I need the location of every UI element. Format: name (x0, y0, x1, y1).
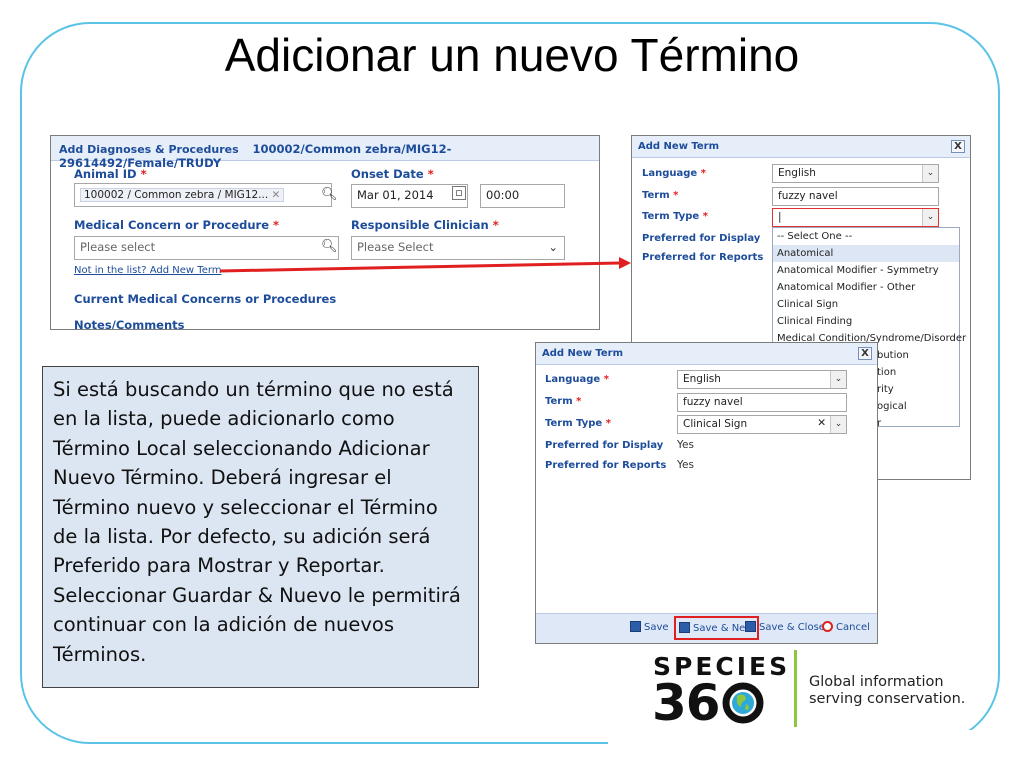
animal-id-label: Animal ID * (74, 167, 147, 181)
add-new-term-link[interactable]: Not in the list? Add New Term (74, 265, 222, 276)
term-input[interactable]: fuzzy navel (677, 393, 847, 412)
tagline-line-1: Global information (809, 674, 944, 690)
animal-id-chip: 100002 / Common zebra / MIG12... ✕ (80, 188, 285, 202)
term-type-select[interactable]: Clinical Sign ✕ ⌄ (677, 415, 847, 434)
dropdown-option[interactable]: Anatomical Modifier - Symmetry (773, 262, 959, 279)
language-select[interactable]: English ⌄ (677, 370, 847, 389)
pref-reports-value: Yes (677, 459, 694, 471)
search-icon[interactable]: 🔍︎ (321, 187, 338, 202)
diagnoses-form-screenshot: Add Diagnoses & Procedures 100002/Common… (50, 135, 600, 330)
dropdown-option[interactable]: Anatomical (773, 245, 959, 262)
term-type-label: Term Type * (545, 418, 611, 429)
pref-reports-label: Preferred for Reports (642, 252, 764, 263)
chevron-down-icon: ⌄ (922, 165, 938, 182)
floppy-disk-icon (679, 622, 690, 633)
chevron-down-icon: ⌄ (830, 371, 846, 388)
add-term-dialog-filled: Add New Term X Language * English ⌄ Term … (535, 342, 878, 644)
pref-display-label: Preferred for Display (545, 440, 664, 451)
cancel-button[interactable]: Cancel (822, 621, 870, 633)
dialog-header: Add New Term X (536, 343, 877, 365)
term-type-label: Term Type * (642, 211, 708, 222)
search-icon[interactable]: 🔍︎ (321, 239, 338, 254)
slide: Adicionar un nuevo Término Add Diagnoses… (0, 0, 1024, 768)
dropdown-option[interactable]: -- Select One -- (773, 228, 959, 245)
animal-id-field[interactable]: 100002 / Common zebra / MIG12... ✕ (74, 183, 332, 207)
onset-date-label: Onset Date * (351, 167, 434, 181)
floppy-disk-icon (630, 621, 641, 632)
dropdown-option[interactable]: Anatomical Modifier - Other (773, 279, 959, 296)
pointer-arrow (219, 257, 631, 273)
cancel-icon (822, 621, 833, 632)
close-icon[interactable]: X (951, 140, 965, 153)
pref-reports-label: Preferred for Reports (545, 460, 667, 471)
notes-heading: Notes/Comments (74, 318, 185, 330)
floppy-disk-icon (745, 621, 756, 632)
current-concerns-heading: Current Medical Concerns or Procedures (74, 292, 337, 306)
language-label: Language * (545, 374, 609, 385)
language-label: Language * (642, 168, 706, 179)
medical-concern-label: Medical Concern or Procedure * (74, 218, 280, 232)
term-label: Term * (642, 190, 679, 201)
onset-date-field[interactable]: Mar 01, 2014 (351, 184, 468, 208)
save-button[interactable]: Save (630, 621, 669, 633)
save-and-close-button[interactable]: Save & Close (745, 621, 825, 633)
dialog-toolbar: Save Save & New Save & Close Cancel (536, 613, 877, 643)
chevron-down-icon: ⌄ (922, 209, 938, 226)
term-type-select[interactable]: | ⌄ (772, 208, 939, 227)
form-header-title: Add Diagnoses & Procedures (59, 143, 239, 156)
tagline-line-2: serving conservation. (809, 691, 966, 707)
globe-icon (722, 682, 764, 724)
dropdown-option[interactable]: Clinical Finding (773, 313, 959, 330)
clinician-label: Responsible Clinician * (351, 218, 499, 232)
dialog-title: Add New Term (638, 141, 720, 152)
slide-title: Adicionar un nuevo Término (224, 29, 800, 81)
calendar-icon[interactable]: ▫ (452, 186, 466, 200)
onset-time-field[interactable]: 00:00 (480, 184, 565, 208)
pref-display-label: Preferred for Display (642, 233, 761, 244)
form-header: Add Diagnoses & Procedures 100002/Common… (51, 136, 599, 170)
logo-360: 360 36 (652, 674, 764, 732)
term-input[interactable]: fuzzy navel (772, 187, 939, 206)
logo-tagline: Global information serving conservation. (809, 674, 965, 708)
pref-display-value: Yes (677, 439, 694, 451)
remove-chip-icon[interactable]: ✕ (272, 189, 281, 201)
dropdown-option[interactable]: Clinical Sign (773, 296, 959, 313)
term-label: Term * (545, 396, 582, 407)
chevron-down-icon: ⌄ (830, 416, 846, 433)
close-icon[interactable]: X (858, 347, 872, 360)
chevron-down-icon: ⌄ (548, 240, 558, 254)
instruction-note: Si está buscando un término que no está … (42, 366, 479, 688)
dialog-title: Add New Term (542, 348, 624, 359)
language-select[interactable]: English ⌄ (772, 164, 939, 183)
logo-divider (794, 650, 797, 727)
frame-gap (608, 730, 1024, 768)
dialog-header: Add New Term X (632, 136, 970, 158)
clear-icon[interactable]: ✕ (817, 417, 826, 429)
